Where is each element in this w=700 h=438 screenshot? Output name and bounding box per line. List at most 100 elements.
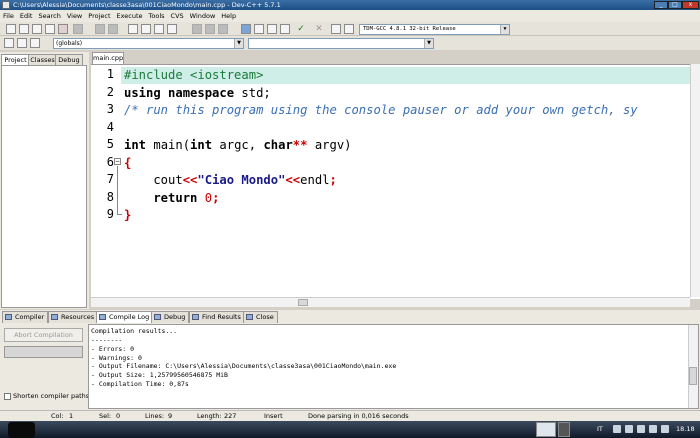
shorten-paths-checkbox[interactable] bbox=[4, 393, 11, 400]
undo-icon[interactable] bbox=[95, 24, 105, 34]
open-file-icon[interactable] bbox=[19, 24, 29, 34]
volume-icon[interactable] bbox=[661, 425, 669, 433]
function-select[interactable]: ▼ bbox=[248, 38, 434, 49]
redo-icon[interactable] bbox=[108, 24, 118, 34]
new-file-icon[interactable] bbox=[6, 24, 16, 34]
goto-line-icon[interactable] bbox=[167, 24, 177, 34]
log-line: - Output Filename: C:\Users\Alessia\Docu… bbox=[91, 362, 397, 370]
close-icon bbox=[246, 314, 253, 320]
tab-compile-log[interactable]: Compile Log bbox=[96, 311, 154, 323]
print-icon[interactable] bbox=[58, 24, 68, 34]
code-line-1: #include <iostream> bbox=[124, 68, 263, 82]
find-next-icon[interactable] bbox=[154, 24, 164, 34]
taskbar-app-button[interactable] bbox=[536, 422, 556, 437]
code-line-5: int main(int argc, char** argv) bbox=[124, 138, 352, 152]
code-text: main( bbox=[146, 138, 191, 152]
fold-line bbox=[117, 166, 118, 214]
stop-execution-icon[interactable]: ✕ bbox=[314, 24, 324, 34]
menu-file[interactable]: File bbox=[3, 12, 14, 20]
code-text: argc, bbox=[212, 138, 264, 152]
status-length: 227 bbox=[224, 412, 237, 420]
start-button[interactable] bbox=[8, 422, 35, 438]
menu-cvs[interactable]: CVS bbox=[171, 12, 184, 20]
editor-horizontal-scrollbar[interactable] bbox=[91, 297, 690, 307]
code-line-2: using namespace std; bbox=[124, 86, 271, 100]
tab-label: Find Results bbox=[202, 313, 241, 321]
log-line: - Warnings: 0 bbox=[91, 354, 142, 362]
app-icon bbox=[2, 1, 10, 9]
debug-icon[interactable] bbox=[344, 24, 354, 34]
line-number: 1 bbox=[106, 67, 114, 81]
bookmark-icon[interactable] bbox=[218, 24, 228, 34]
preprocessor-text: #include <iostream> bbox=[124, 68, 264, 82]
toggle-bookmark-icon[interactable] bbox=[30, 38, 40, 48]
resources-icon bbox=[51, 314, 58, 320]
abort-compilation-button[interactable]: Abort Compilation bbox=[4, 328, 83, 342]
menu-help[interactable]: Help bbox=[221, 12, 236, 20]
menu-project[interactable]: Project bbox=[88, 12, 110, 20]
maximize-button[interactable]: □ bbox=[668, 1, 682, 9]
compile-run-icon[interactable] bbox=[267, 24, 277, 34]
menu-view[interactable]: View bbox=[67, 12, 82, 20]
debug-icon bbox=[154, 314, 161, 320]
line-number: 3 bbox=[106, 102, 114, 116]
battery-icon[interactable] bbox=[649, 425, 657, 433]
network-icon[interactable] bbox=[625, 425, 633, 433]
replace-icon[interactable] bbox=[141, 24, 151, 34]
flag-icon[interactable] bbox=[637, 425, 645, 433]
fold-toggle[interactable]: − bbox=[114, 158, 121, 165]
string-text: "Ciao Mondo" bbox=[197, 173, 286, 187]
log-line: - Output Size: 1,25799560546875 MiB bbox=[91, 371, 228, 379]
tray-arrow-icon[interactable] bbox=[613, 425, 621, 433]
compiler-select-value: TDM-GCC 4.8.1 32-bit Release bbox=[363, 26, 456, 32]
run-icon[interactable] bbox=[254, 24, 264, 34]
shorten-paths-label: Shorten compiler paths bbox=[13, 392, 90, 400]
code-text: cout bbox=[124, 173, 183, 187]
status-lines-label: Lines: bbox=[145, 412, 165, 420]
code-line-7: cout<<"Ciao Mondo"<<endl; bbox=[124, 173, 337, 187]
menu-execute[interactable]: Execute bbox=[117, 12, 143, 20]
new-class-icon[interactable] bbox=[4, 38, 14, 48]
close-file-icon[interactable] bbox=[73, 24, 83, 34]
insert-icon[interactable] bbox=[17, 38, 27, 48]
scope-select[interactable]: (globals) ▼ bbox=[53, 38, 244, 49]
log-line: - Compilation Time: 0,87s bbox=[91, 380, 189, 388]
compile-icon[interactable] bbox=[241, 24, 251, 34]
menu-tools[interactable]: Tools bbox=[149, 12, 165, 20]
status-sel-label: Sel: bbox=[99, 412, 112, 420]
keyword-text: return bbox=[124, 191, 198, 205]
clock[interactable]: 18.18 bbox=[676, 425, 695, 433]
back-icon[interactable] bbox=[192, 24, 202, 34]
compiler-select[interactable]: TDM-GCC 4.8.1 32-bit Release ▼ bbox=[359, 24, 510, 35]
status-sel: 0 bbox=[116, 412, 121, 420]
taskbar bbox=[0, 421, 700, 438]
editor-vertical-scrollbar[interactable] bbox=[690, 64, 700, 297]
forward-icon[interactable] bbox=[205, 24, 215, 34]
scroll-thumb[interactable] bbox=[298, 299, 308, 306]
menu-search[interactable]: Search bbox=[38, 12, 60, 20]
profile-icon[interactable] bbox=[331, 24, 341, 34]
line-number: 6 bbox=[106, 155, 114, 169]
taskbar-app-button[interactable] bbox=[558, 422, 570, 437]
code-line-9: } bbox=[124, 208, 131, 222]
chevron-down-icon: ▼ bbox=[234, 39, 243, 48]
code-line-8: return 0; bbox=[124, 191, 219, 205]
line-gutter: 1 2 3 4 5 6 7 8 9 bbox=[91, 65, 120, 299]
file-tab-main-cpp[interactable]: main.cpp bbox=[92, 52, 124, 64]
symbol-text: ** bbox=[292, 138, 308, 152]
status-lines: 9 bbox=[168, 412, 173, 420]
log-scroll-thumb[interactable] bbox=[689, 367, 697, 385]
save-all-icon[interactable] bbox=[45, 24, 55, 34]
rebuild-icon[interactable] bbox=[280, 24, 290, 34]
project-tree[interactable] bbox=[1, 65, 87, 308]
symbol-text: << bbox=[182, 173, 198, 187]
menu-edit[interactable]: Edit bbox=[20, 12, 33, 20]
menu-window[interactable]: Window bbox=[190, 12, 216, 20]
find-icon[interactable] bbox=[128, 24, 138, 34]
save-icon[interactable] bbox=[32, 24, 42, 34]
language-indicator[interactable]: IT bbox=[597, 425, 603, 433]
syntax-check-icon[interactable]: ✓ bbox=[296, 24, 306, 34]
close-window-button[interactable]: x bbox=[682, 1, 699, 9]
title-bar: C:\Users\Alessia\Documents\classe3asa\00… bbox=[0, 0, 700, 10]
minimize-button[interactable]: _ bbox=[654, 1, 668, 9]
